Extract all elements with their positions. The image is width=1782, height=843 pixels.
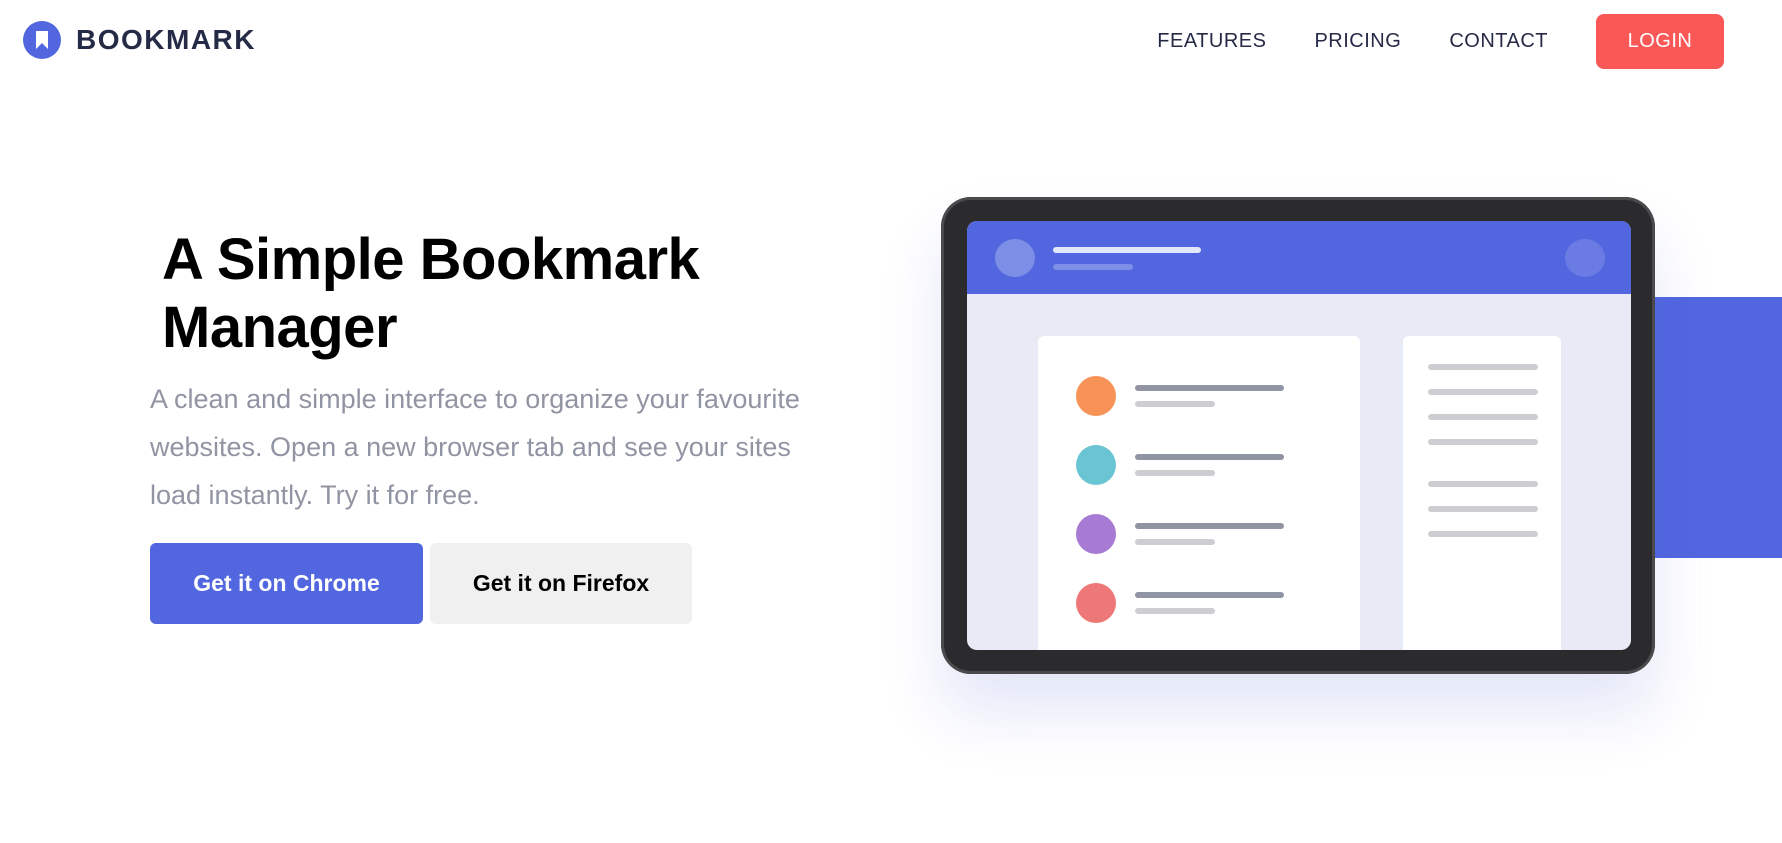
screen-header-bar	[967, 221, 1631, 294]
list-item-subline	[1135, 539, 1215, 545]
landing-page: BOOKMARK FEATURES PRICING CONTACT LOGIN …	[0, 0, 1782, 843]
title-placeholder	[1053, 247, 1201, 253]
nav-pricing[interactable]: PRICING	[1314, 30, 1401, 53]
hero-description: A clean and simple interface to organize…	[150, 384, 800, 510]
nav-features[interactable]: FEATURES	[1157, 30, 1266, 53]
sidebar-line	[1428, 364, 1538, 370]
sidebar-line	[1428, 531, 1538, 537]
sidebar-line	[1428, 506, 1538, 512]
list-item-dot	[1076, 583, 1116, 623]
sidebar-card	[1403, 336, 1561, 650]
sidebar-line	[1428, 389, 1538, 395]
tablet-screen	[967, 221, 1631, 650]
bookmark-list-card	[1038, 336, 1360, 650]
list-item-subline	[1135, 401, 1215, 407]
chrome-button[interactable]: Get it on Chrome	[150, 543, 423, 624]
list-item-line	[1135, 592, 1284, 598]
list-item-subline	[1135, 608, 1215, 614]
brand-name: BOOKMARK	[76, 24, 256, 55]
menu-placeholder	[1565, 239, 1605, 277]
login-button[interactable]: LOGIN	[1596, 14, 1724, 69]
sidebar-line	[1428, 481, 1538, 487]
list-item-line	[1135, 385, 1284, 391]
firefox-button[interactable]: Get it on Firefox	[430, 543, 692, 624]
bookmark-icon	[23, 21, 61, 59]
sidebar-line	[1428, 414, 1538, 420]
sidebar-line	[1428, 439, 1538, 445]
main-nav: FEATURES PRICING CONTACT LOGIN	[1109, 14, 1724, 69]
decorative-band	[1652, 297, 1782, 558]
brand-logo[interactable]: BOOKMARK	[23, 21, 256, 59]
list-item-dot	[1076, 376, 1116, 416]
tablet-illustration	[941, 197, 1655, 674]
list-item-line	[1135, 523, 1284, 529]
hero-title: A Simple Bookmark Manager	[162, 227, 700, 360]
list-item-dot	[1076, 514, 1116, 554]
list-item-subline	[1135, 470, 1215, 476]
list-item-line	[1135, 454, 1284, 460]
nav-contact[interactable]: CONTACT	[1449, 30, 1548, 53]
avatar-placeholder	[995, 239, 1035, 277]
subtitle-placeholder	[1053, 264, 1133, 270]
list-item-dot	[1076, 445, 1116, 485]
